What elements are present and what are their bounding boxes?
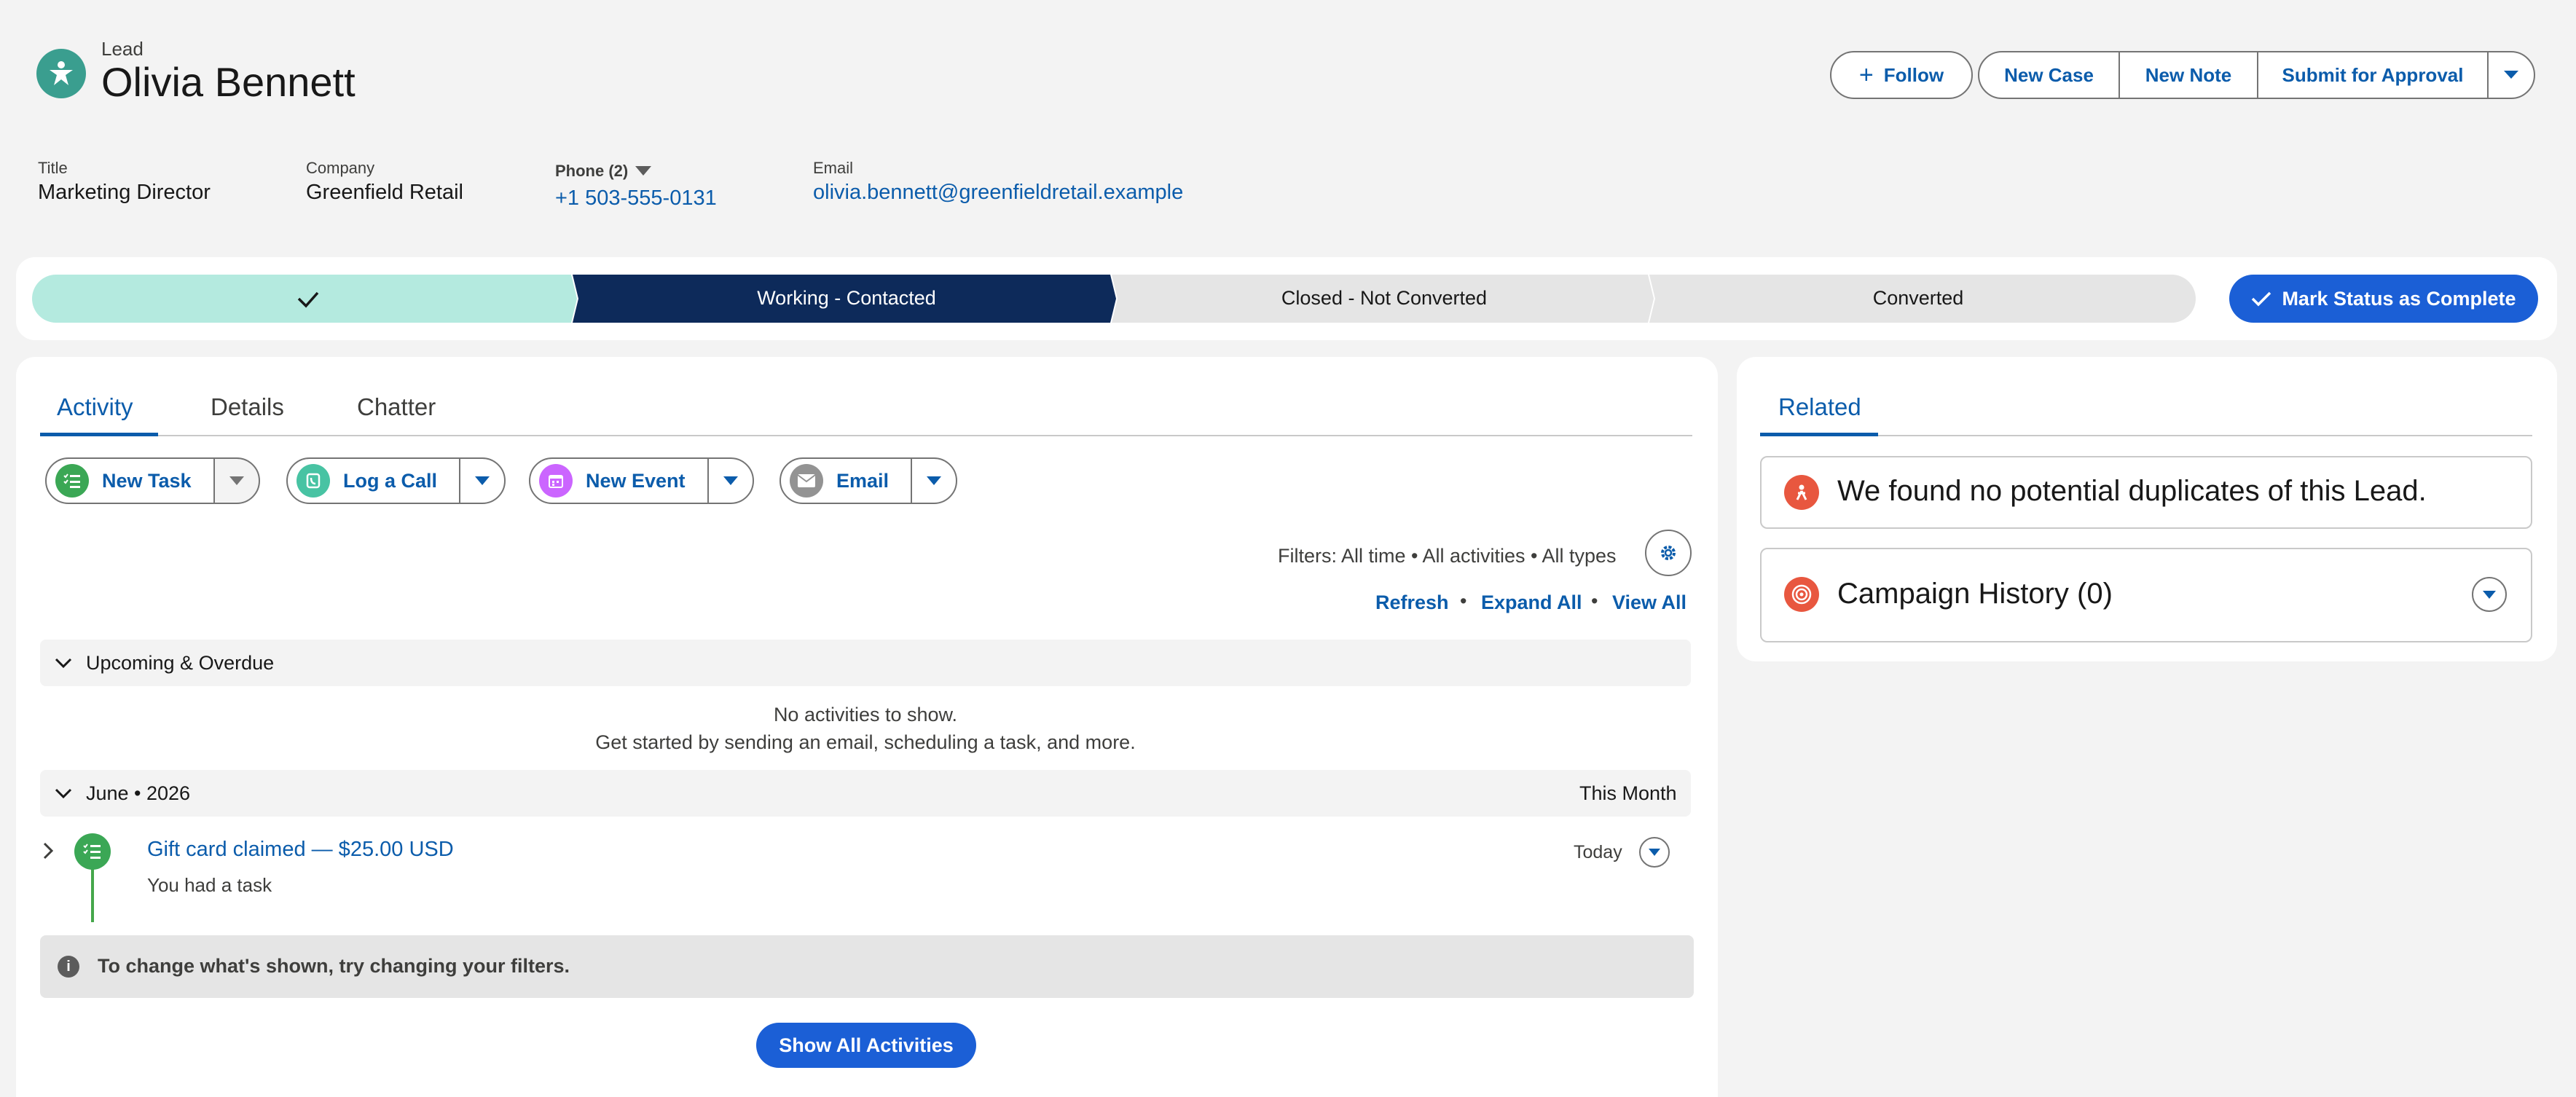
- email-button[interactable]: Email: [780, 457, 913, 504]
- new-task-button[interactable]: New Task: [45, 457, 215, 504]
- chevron-down-icon: [927, 476, 942, 485]
- chevron-down-icon: [229, 476, 244, 485]
- path-stage-label-converted[interactable]: Converted: [1652, 287, 2184, 310]
- chevron-down-icon: [55, 788, 72, 799]
- log-call-menu-button[interactable]: [459, 457, 506, 504]
- email-label: Email: [813, 159, 854, 177]
- new-event-group: New Event: [529, 457, 754, 504]
- log-call-group: Log a Call: [286, 457, 506, 504]
- link-separator: •: [1460, 590, 1467, 612]
- company-label: Company: [306, 159, 375, 177]
- phone-label[interactable]: Phone (2): [555, 162, 652, 181]
- empty-message: No activities to show.: [773, 704, 958, 726]
- email-menu-button[interactable]: [911, 457, 958, 504]
- chevron-down-icon: [2504, 71, 2518, 79]
- email-value[interactable]: olivia.bennett@greenfieldretail.example: [813, 181, 1183, 205]
- path-stage-label-current[interactable]: Working - Contacted: [577, 287, 1116, 310]
- refresh-link[interactable]: Refresh: [1375, 591, 1449, 614]
- activity-item-subtitle: You had a task: [147, 874, 272, 896]
- company-value: Greenfield Retail: [306, 181, 463, 204]
- info-icon: i: [58, 956, 79, 978]
- path-stage-complete: [32, 275, 577, 323]
- chevron-down-icon: [55, 658, 72, 669]
- phone-value[interactable]: +1 503-555-0131: [555, 186, 717, 211]
- gear-icon: [1661, 546, 1676, 560]
- title-value: Marketing Director: [38, 181, 211, 204]
- duplicates-message: We found no potential duplicates of this…: [1837, 475, 2427, 507]
- task-icon: [55, 464, 89, 498]
- view-all-link[interactable]: View All: [1612, 591, 1686, 614]
- upcoming-section-title: Upcoming & Overdue: [86, 652, 275, 674]
- task-icon: [74, 833, 111, 870]
- log-call-button[interactable]: Log a Call: [286, 457, 461, 504]
- expand-all-link[interactable]: Expand All: [1481, 591, 1582, 614]
- tab-chatter[interactable]: Chatter: [357, 393, 436, 421]
- check-icon: [2252, 291, 2271, 307]
- chevron-down-icon: [2483, 590, 2496, 599]
- link-separator: •: [1591, 590, 1598, 612]
- calendar-icon: [539, 464, 573, 498]
- timeline-line: [91, 868, 94, 922]
- new-event-menu-button[interactable]: [707, 457, 754, 504]
- tab-active-indicator: [40, 433, 158, 436]
- chevron-down-icon: [723, 476, 738, 485]
- new-task-group: New Task: [45, 457, 260, 504]
- filter-info-text: To change what's shown, try changing you…: [98, 955, 570, 977]
- campaign-history-menu-button[interactable]: [2472, 577, 2507, 612]
- upcoming-section-header[interactable]: [40, 640, 1691, 686]
- record-name: Olivia Bennett: [101, 59, 356, 105]
- duplicates-icon: [1784, 475, 1819, 510]
- tab-divider: [40, 435, 1692, 436]
- activity-item-date: Today: [1574, 842, 1622, 862]
- path-stage-label-closed[interactable]: Closed - Not Converted: [1115, 287, 1654, 310]
- month-badge: This Month: [1579, 782, 1677, 804]
- new-case-button[interactable]: New Case: [1978, 51, 2120, 99]
- plus-icon: +: [1858, 61, 1874, 89]
- activity-item-menu-button[interactable]: [1639, 837, 1670, 868]
- record-actions: New Case New Note Submit for Approval: [1978, 51, 2535, 99]
- lead-icon: [36, 49, 86, 98]
- follow-button[interactable]: + Follow: [1830, 51, 1973, 99]
- tab-active-indicator: [1760, 433, 1878, 436]
- caret-down-icon: [635, 166, 652, 176]
- filters-summary: Filters: All time • All activities • All…: [1278, 545, 1617, 567]
- submit-for-approval-button[interactable]: Submit for Approval: [2257, 51, 2489, 99]
- tab-related[interactable]: Related: [1778, 393, 1861, 421]
- empty-hint: Get started by sending an email, schedul…: [595, 731, 1136, 753]
- new-note-button[interactable]: New Note: [2118, 51, 2258, 99]
- activity-item-title[interactable]: Gift card claimed — $25.00 USD: [147, 838, 454, 862]
- more-actions-button[interactable]: [2487, 51, 2535, 99]
- title-label: Title: [38, 159, 68, 177]
- mark-status-complete-button[interactable]: Mark Status as Complete: [2229, 275, 2538, 323]
- filter-settings-button[interactable]: [1645, 530, 1692, 576]
- show-all-activities-button[interactable]: Show All Activities: [756, 1023, 976, 1068]
- envelope-icon: [790, 464, 823, 498]
- chevron-down-icon: [1649, 849, 1660, 856]
- chevron-right-icon[interactable]: [42, 841, 54, 860]
- object-label: Lead: [101, 38, 144, 60]
- email-group: Email: [780, 457, 958, 504]
- tab-details[interactable]: Details: [211, 393, 284, 421]
- chevron-down-icon: [475, 476, 490, 485]
- tab-activity[interactable]: Activity: [57, 393, 133, 421]
- new-task-menu-button[interactable]: [213, 457, 260, 504]
- month-section-header[interactable]: [40, 770, 1691, 817]
- campaign-icon: [1784, 577, 1819, 612]
- new-event-button[interactable]: New Event: [529, 457, 709, 504]
- phone-icon: [297, 464, 330, 498]
- month-section-title: June • 2026: [86, 782, 191, 804]
- campaign-history-title[interactable]: Campaign History (0): [1837, 578, 2113, 610]
